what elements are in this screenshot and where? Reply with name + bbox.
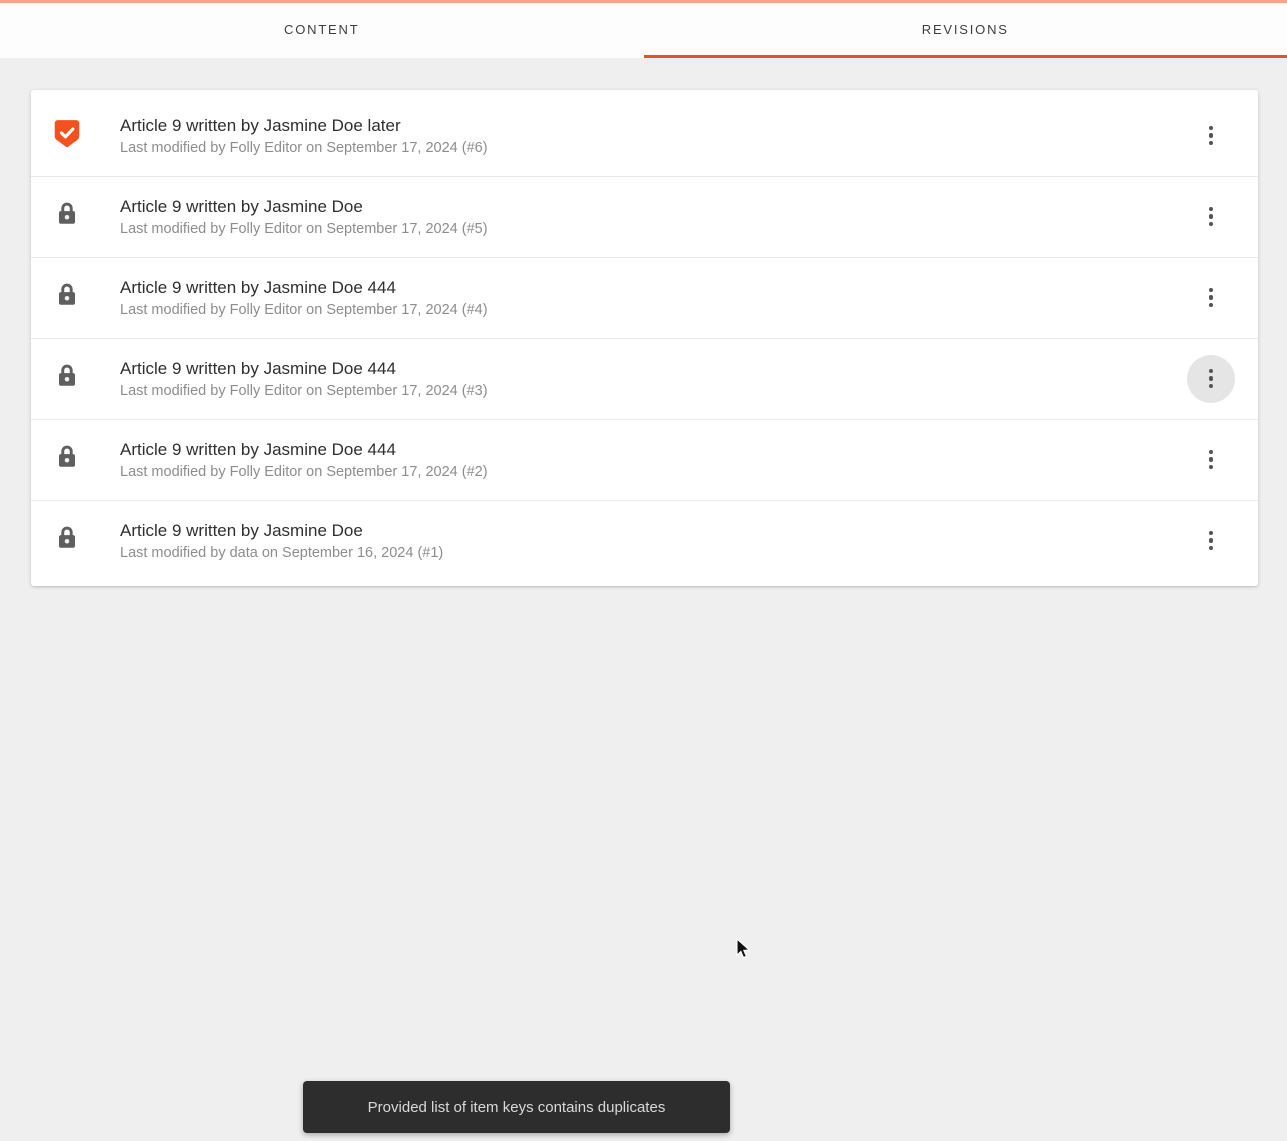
revision-status-cell <box>53 280 81 315</box>
revision-row[interactable]: Article 9 written by Jasmine Doe 444 Las… <box>31 338 1258 419</box>
revision-row[interactable]: Article 9 written by Jasmine Doe Last mo… <box>31 176 1258 257</box>
revision-text: Article 9 written by Jasmine Doe later L… <box>120 116 1187 156</box>
toast-message: Provided list of item keys contains dupl… <box>367 1098 666 1116</box>
kebab-menu-icon <box>1208 449 1214 470</box>
revisions-list: Article 9 written by Jasmine Doe later L… <box>31 95 1258 581</box>
revision-status-cell <box>53 118 81 154</box>
tab-revisions[interactable]: REVISIONS <box>643 3 1287 58</box>
more-options-button[interactable] <box>1187 517 1235 565</box>
revision-title: Article 9 written by Jasmine Doe 444 <box>120 439 396 459</box>
revision-status-cell <box>53 442 81 477</box>
tab-revisions-label: REVISIONS <box>921 21 1009 37</box>
revision-status-cell <box>53 523 81 558</box>
tab-content-label: CONTENT <box>284 21 360 37</box>
mouse-cursor-icon <box>735 937 755 966</box>
more-options-button[interactable] <box>1187 274 1235 322</box>
revision-text: Article 9 written by Jasmine Doe 444 Las… <box>120 440 1187 480</box>
revision-title: Article 9 written by Jasmine Doe 444 <box>120 277 396 297</box>
revision-text: Article 9 written by Jasmine Doe 444 Las… <box>120 359 1187 399</box>
revision-title: Article 9 written by Jasmine Doe <box>120 196 363 216</box>
tab-bar: CONTENT REVISIONS <box>0 3 1287 58</box>
kebab-menu-icon <box>1208 530 1214 551</box>
revision-title: Article 9 written by Jasmine Doe <box>120 520 363 540</box>
lock-icon <box>54 199 80 234</box>
revision-row[interactable]: Article 9 written by Jasmine Doe Last mo… <box>31 500 1258 581</box>
more-options-button[interactable] <box>1187 354 1235 403</box>
more-options-button[interactable] <box>1187 193 1235 241</box>
more-options-button[interactable] <box>1187 112 1235 160</box>
revision-row[interactable]: Article 9 written by Jasmine Doe 444 Las… <box>31 419 1258 500</box>
lock-icon <box>54 280 80 315</box>
revision-status-cell <box>53 199 81 234</box>
more-options-button[interactable] <box>1187 436 1235 484</box>
kebab-menu-icon <box>1208 206 1214 227</box>
lock-icon <box>54 523 80 558</box>
kebab-menu-icon <box>1208 287 1214 308</box>
revision-text: Article 9 written by Jasmine Doe Last mo… <box>120 197 1187 237</box>
toast-snackbar: Provided list of item keys contains dupl… <box>303 1081 730 1133</box>
revision-subtitle: Last modified by Folly Editor on Septemb… <box>120 382 488 399</box>
lock-icon <box>54 442 80 477</box>
revision-title: Article 9 written by Jasmine Doe 444 <box>120 358 396 378</box>
lock-icon <box>54 361 80 396</box>
revision-row[interactable]: Article 9 written by Jasmine Doe 444 Las… <box>31 257 1258 338</box>
revision-subtitle: Last modified by Folly Editor on Septemb… <box>120 139 488 156</box>
revision-text: Article 9 written by Jasmine Doe Last mo… <box>120 521 1187 561</box>
kebab-menu-icon <box>1208 368 1214 389</box>
revision-title: Article 9 written by Jasmine Doe later <box>120 115 401 135</box>
revision-subtitle: Last modified by Folly Editor on Septemb… <box>120 463 488 480</box>
revision-subtitle: Last modified by Folly Editor on Septemb… <box>120 301 488 318</box>
revision-subtitle: Last modified by Folly Editor on Septemb… <box>120 220 488 237</box>
revision-text: Article 9 written by Jasmine Doe 444 Las… <box>120 278 1187 318</box>
revision-status-cell <box>53 361 81 396</box>
tab-content[interactable]: CONTENT <box>0 3 644 58</box>
revisions-card: Article 9 written by Jasmine Doe later L… <box>31 90 1258 586</box>
page-header: CONTENT REVISIONS <box>0 0 1287 58</box>
revision-subtitle: Last modified by data on September 16, 2… <box>120 544 444 561</box>
shield-check-icon <box>53 118 81 154</box>
revision-row[interactable]: Article 9 written by Jasmine Doe later L… <box>31 95 1258 176</box>
kebab-menu-icon <box>1208 125 1214 146</box>
